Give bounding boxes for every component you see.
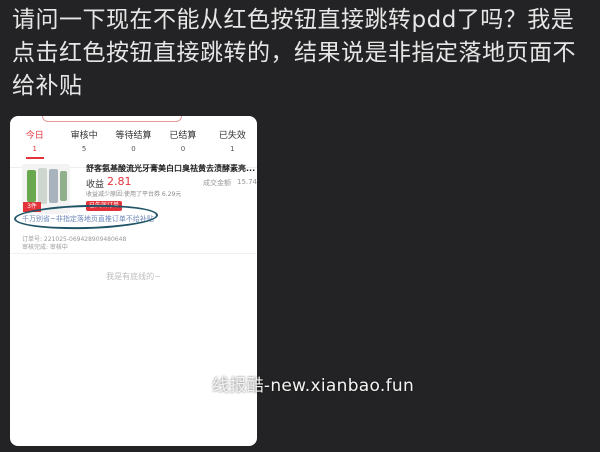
toothpaste-tube-shape xyxy=(38,168,47,204)
phone-screenshot: 今日 1 审核中 5 等待结算 0 已结算 0 已失效 1 3件 舒客氨基酸流光… xyxy=(10,116,257,446)
product-title[interactable]: 舒客氨基酸流光牙膏美白口臭祛黄去渍酵素亮... xyxy=(86,163,256,174)
tab-label: 今日 xyxy=(25,131,44,141)
tab-count: 0 xyxy=(180,145,186,153)
tab-count: 1 xyxy=(32,145,37,153)
deal-amount-label: 成交金额 xyxy=(203,179,231,187)
toothpaste-tube-shape xyxy=(60,171,67,201)
order-tabs: 今日 1 审核中 5 等待结算 0 已结算 0 已失效 1 xyxy=(10,126,257,168)
tab-reviewing[interactable]: 审核中 5 xyxy=(59,126,108,167)
question-text: 请问一下现在不能从红色按钮直接跳转pdd了吗？我是点击红色按钮直接跳转的，结果说… xyxy=(12,7,576,99)
tab-label: 已失效 xyxy=(218,131,246,141)
watermark: 线报酷-new.xianbao.fun xyxy=(212,376,415,396)
tab-today[interactable]: 今日 1 xyxy=(10,126,59,167)
toothpaste-tube-shape xyxy=(49,169,58,203)
tab-count: 5 xyxy=(81,145,87,153)
tab-count: 1 xyxy=(230,145,235,153)
end-of-list-note: 我是有底线的~ xyxy=(106,272,161,281)
active-tab-indicator xyxy=(25,157,44,159)
tab-label: 审核中 xyxy=(70,131,98,141)
top-edge-button xyxy=(42,116,182,122)
tab-label: 已结算 xyxy=(169,131,197,141)
tab-settled[interactable]: 已结算 0 xyxy=(158,126,207,167)
audit-status: 审核完成: 审核中 xyxy=(22,244,68,251)
tab-expired[interactable]: 已失效 1 xyxy=(208,126,257,167)
tab-pending-settlement[interactable]: 等待结算 0 xyxy=(109,126,158,167)
toothpaste-tube-shape xyxy=(27,170,36,202)
divider xyxy=(10,253,257,254)
tab-count: 0 xyxy=(131,145,136,153)
income-value: 2.81 xyxy=(107,175,132,188)
tab-label: 等待结算 xyxy=(115,131,152,141)
income-reduction-reason: 收益减少原因:使用了平台券 6.29元 xyxy=(86,191,182,198)
deal-amount-value: 15.74 xyxy=(237,178,257,186)
